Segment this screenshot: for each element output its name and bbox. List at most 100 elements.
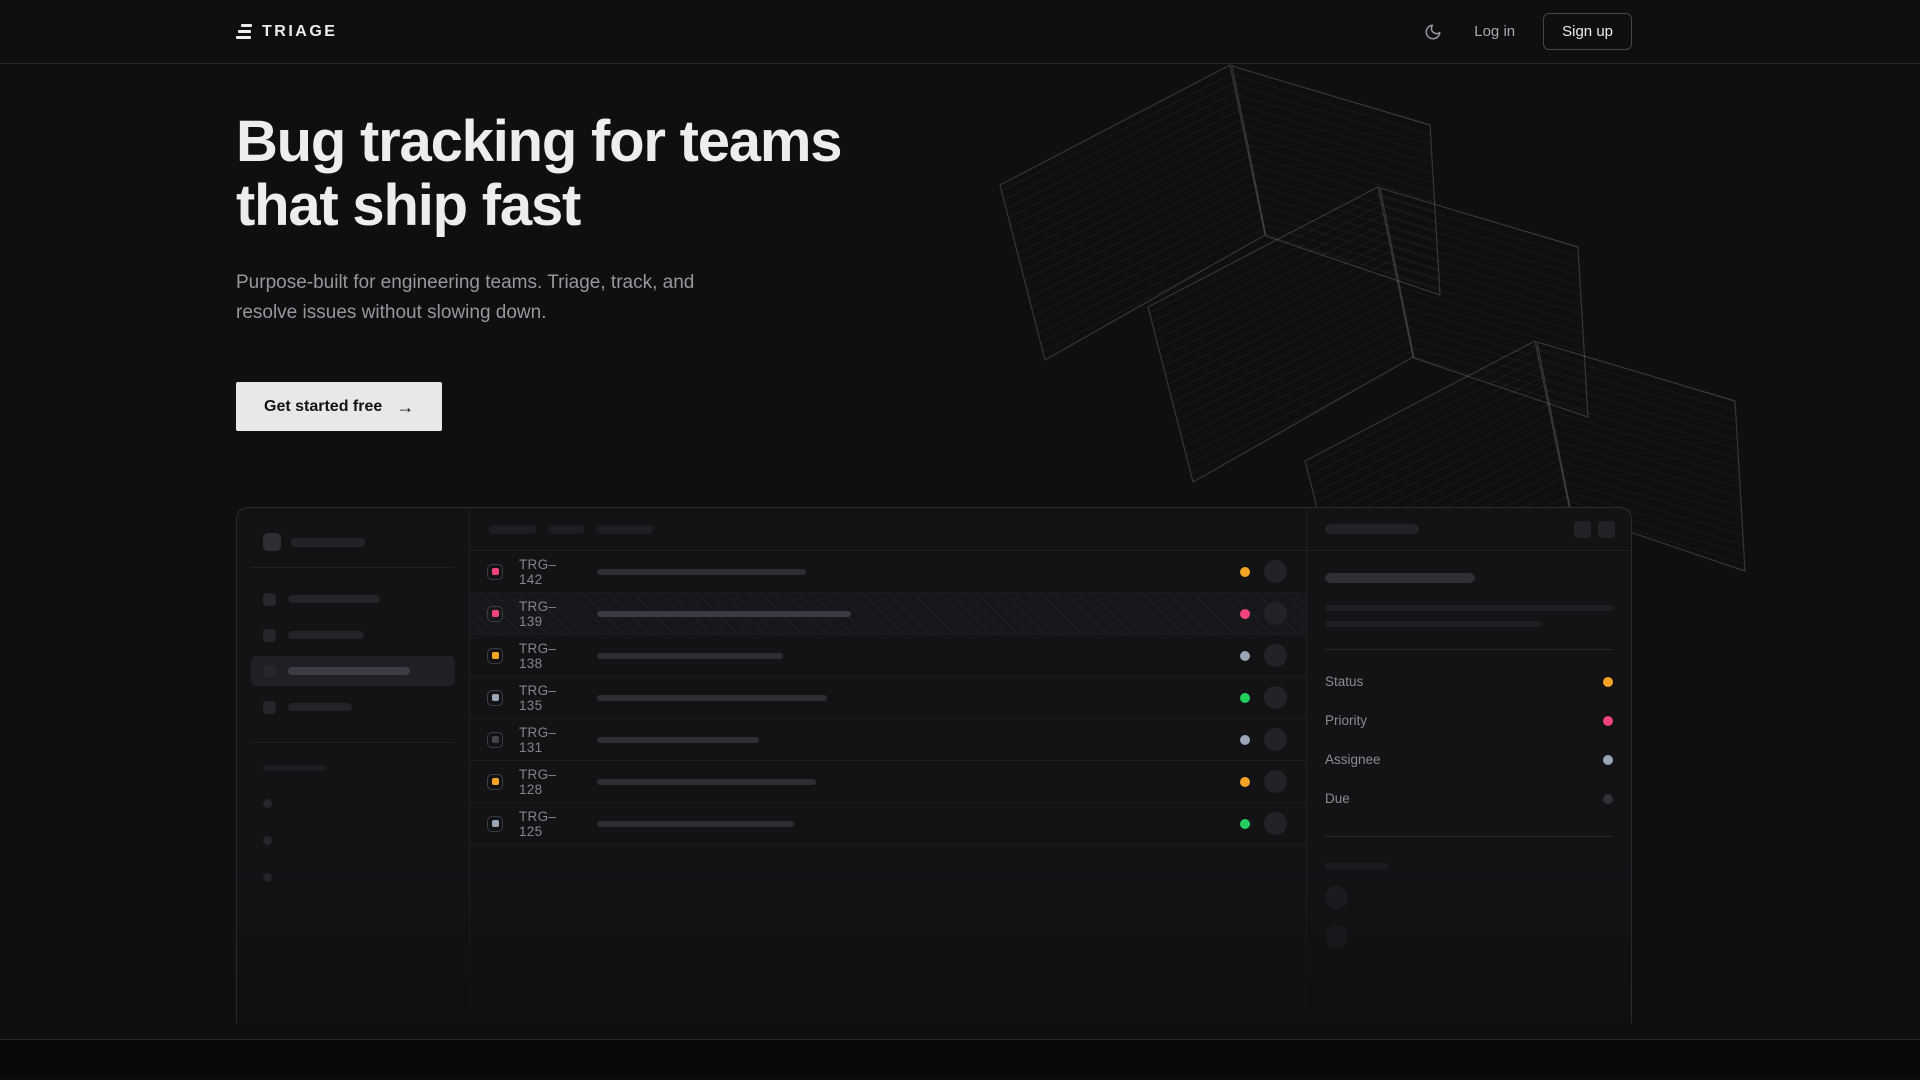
signup-button[interactable]: Sign up: [1543, 13, 1632, 50]
issue-row-right: [1240, 770, 1287, 793]
issue-row[interactable]: TRG–125: [470, 803, 1306, 845]
workspace-switcher[interactable]: [237, 533, 469, 551]
issue-row[interactable]: TRG–135: [470, 677, 1306, 719]
list-tab-skeleton[interactable]: [596, 525, 653, 534]
field-label: Assignee: [1325, 752, 1381, 767]
detail-panel-header: [1307, 508, 1631, 551]
issue-status-dot: [1240, 777, 1250, 787]
issue-row[interactable]: TRG–142: [470, 551, 1306, 593]
issue-list-header: [470, 508, 1306, 551]
issue-id: TRG–139: [519, 599, 569, 629]
issue-status-dot: [1240, 651, 1250, 661]
issue-status-dot: [1240, 567, 1250, 577]
sidebar-item-icon: [263, 701, 276, 714]
workspace-name-skeleton: [291, 538, 365, 547]
brand-name: TRIAGE: [262, 23, 337, 41]
issue-status-dot: [1240, 735, 1250, 745]
sidebar-item-icon: [263, 629, 276, 642]
landing-page: TRIAGE Log in Sign up: [0, 0, 1920, 1079]
issue-id: TRG–128: [519, 767, 569, 797]
panel-action-icon[interactable]: [1574, 521, 1591, 538]
assignee-avatar: [1264, 644, 1287, 667]
issue-type-icon: [487, 606, 503, 622]
issue-title-skeleton: [597, 737, 759, 743]
sidebar-item-active[interactable]: [251, 656, 455, 686]
issue-type-icon: [487, 564, 503, 580]
login-link[interactable]: Log in: [1474, 23, 1515, 40]
detail-field-row[interactable]: Assignee: [1325, 752, 1613, 767]
list-tab-skeleton[interactable]: [489, 525, 536, 534]
sidebar-dot-item[interactable]: [263, 873, 272, 882]
sidebar-item[interactable]: [251, 584, 455, 614]
activity-section-skeleton: [1325, 863, 1389, 870]
issue-type-icon: [487, 732, 503, 748]
issue-status-dot: [1240, 819, 1250, 829]
nav-actions: Log in Sign up: [1420, 13, 1632, 50]
divider: [1325, 836, 1613, 837]
issue-row[interactable]: TRG–139: [470, 593, 1306, 635]
page-footer: [0, 1040, 1920, 1079]
sidebar-dot-item[interactable]: [263, 836, 272, 845]
issue-title-skeleton: [597, 779, 816, 785]
issue-row-right: [1240, 812, 1287, 835]
activity-avatar: [1325, 925, 1348, 948]
assignee-avatar: [1264, 812, 1287, 835]
issue-type-dot: [492, 736, 499, 743]
sidebar-item-skeleton: [288, 667, 410, 675]
detail-field-row[interactable]: Due: [1325, 791, 1613, 806]
sidebar-item-icon: [263, 665, 276, 678]
detail-panel-body: Status Priority Assignee Due: [1307, 551, 1631, 948]
detail-fields: Status Priority Assignee Due: [1325, 674, 1613, 806]
issue-row[interactable]: TRG–131: [470, 719, 1306, 761]
field-label: Priority: [1325, 713, 1367, 728]
field-value-dot: [1603, 755, 1613, 765]
issue-row-right: [1240, 686, 1287, 709]
field-label: Due: [1325, 791, 1350, 806]
description-line-skeleton: [1325, 605, 1614, 611]
issue-row-right: [1240, 728, 1287, 751]
issue-type-dot: [492, 778, 499, 785]
brand[interactable]: TRIAGE: [236, 23, 337, 41]
detail-field-row[interactable]: Priority: [1325, 713, 1613, 728]
sidebar-item[interactable]: [251, 692, 455, 722]
issue-type-icon: [487, 774, 503, 790]
issue-type-dot: [492, 568, 499, 575]
detail-field-row[interactable]: Status: [1325, 674, 1613, 689]
issue-row-right: [1240, 560, 1287, 583]
issue-title-skeleton: [597, 569, 806, 575]
theme-toggle-button[interactable]: [1420, 19, 1446, 45]
issue-title-skeleton: [597, 611, 851, 617]
panel-title-skeleton: [1325, 524, 1419, 534]
assignee-avatar: [1264, 686, 1287, 709]
issue-row[interactable]: TRG–128: [470, 761, 1306, 803]
field-label: Status: [1325, 674, 1363, 689]
divider: [1325, 649, 1613, 650]
activity-avatar: [1325, 886, 1348, 909]
issue-type-icon: [487, 816, 503, 832]
list-tab-skeleton[interactable]: [548, 525, 584, 534]
panel-action-icon[interactable]: [1598, 521, 1615, 538]
issue-type-dot: [492, 820, 499, 827]
assignee-avatar: [1264, 728, 1287, 751]
issue-status-dot: [1240, 609, 1250, 619]
issue-row-right: [1240, 644, 1287, 667]
issue-id: TRG–125: [519, 809, 569, 839]
issue-id: TRG–135: [519, 683, 569, 713]
assignee-avatar: [1264, 770, 1287, 793]
issue-detail-panel: Status Priority Assignee Due: [1306, 508, 1631, 1023]
app-mockup: TRG–142 TRG–139 TRG–138 TRG–135: [236, 507, 1632, 1023]
issue-type-dot: [492, 610, 499, 617]
get-started-button[interactable]: Get started free →: [236, 382, 442, 431]
sidebar-dot-item[interactable]: [263, 799, 272, 808]
field-value-dot: [1603, 794, 1613, 804]
issue-type-dot: [492, 694, 499, 701]
assignee-avatar: [1264, 560, 1287, 583]
issue-row[interactable]: TRG–138: [470, 635, 1306, 677]
sidebar-item-skeleton: [288, 703, 352, 711]
arrow-right-icon: →: [396, 398, 414, 416]
divider: [251, 742, 455, 743]
issue-status-dot: [1240, 693, 1250, 703]
sidebar-item[interactable]: [251, 620, 455, 650]
hero-section: Bug tracking for teams that ship fast Pu…: [0, 64, 1920, 1040]
issue-title-skeleton: [1325, 573, 1475, 583]
